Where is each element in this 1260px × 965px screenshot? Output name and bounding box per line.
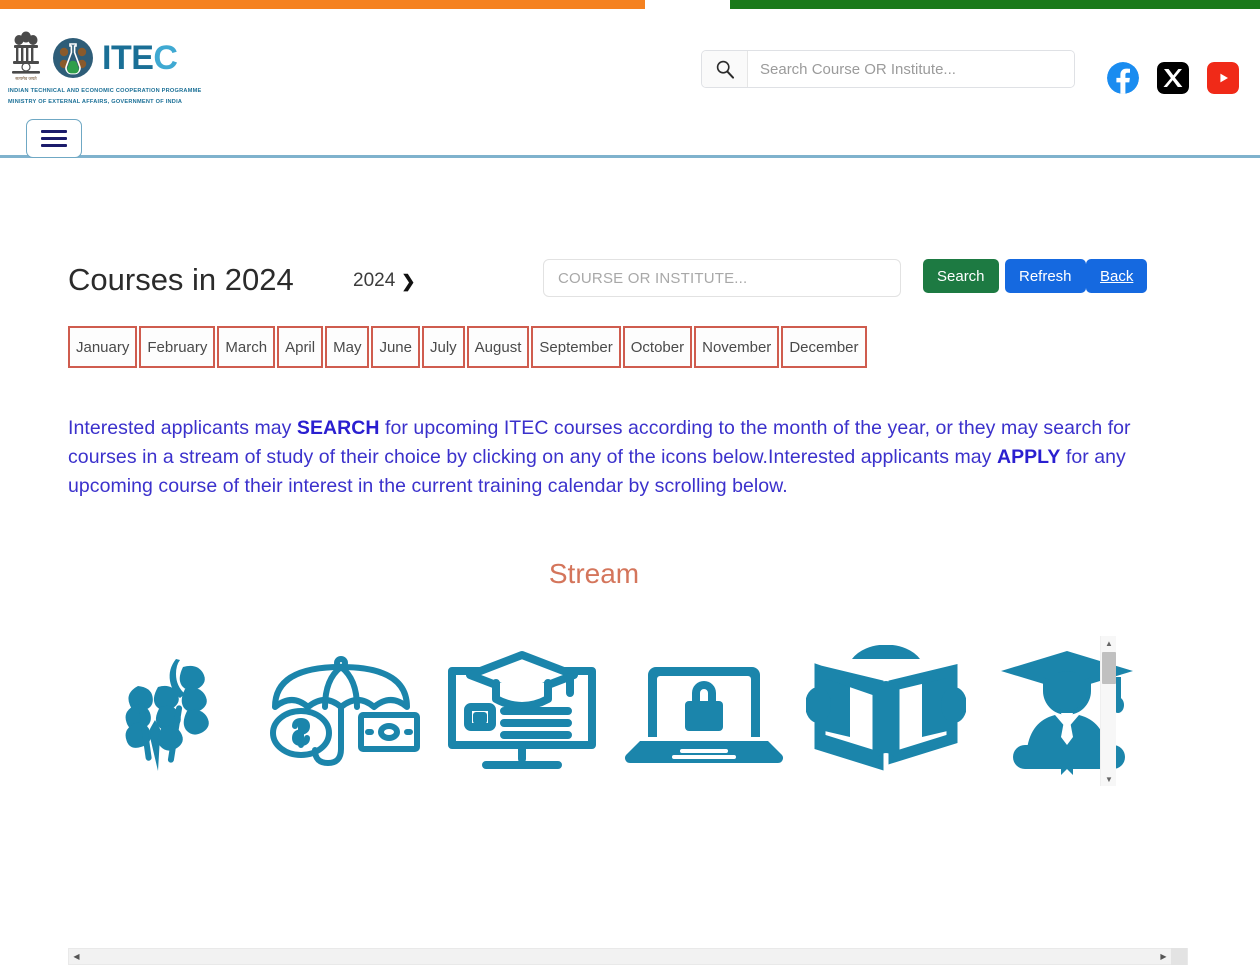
search-button[interactable]: Search [923, 259, 999, 293]
page-title: Courses in 2024 [68, 262, 294, 297]
month-button-april[interactable]: April [277, 326, 324, 368]
header-search-box[interactable] [701, 50, 1075, 88]
brand-subtitle-line2: MINISTRY OF EXTERNAL AFFAIRS, GOVERNMENT… [8, 98, 183, 105]
stream-horizontal-scrollbar[interactable]: ◀ ▶ [68, 948, 1188, 965]
month-button-december[interactable]: December [781, 326, 867, 368]
stream-item-education-technology[interactable] [431, 636, 613, 786]
scroll-right-arrow-icon[interactable]: ▶ [1156, 949, 1171, 964]
scroll-up-arrow-icon[interactable]: ▲ [1101, 636, 1117, 650]
intro-paragraph: Interested applicants may SEARCH for upc… [68, 414, 1188, 501]
tricolour-strip [0, 0, 1260, 9]
national-emblem-icon: सत्यमेव जयते [12, 31, 40, 81]
stream-icon-carousel [68, 636, 1188, 808]
title-row: Courses in 2024 2024 ❯ Search Refresh Ba… [68, 258, 1188, 314]
stream-item-open-book[interactable] [795, 636, 977, 786]
saffron-stripe [0, 0, 645, 9]
intro-text-part1: Interested applicants may [68, 416, 297, 439]
scroll-left-arrow-icon[interactable]: ◀ [69, 949, 84, 964]
stream-icon-strip [68, 636, 1158, 786]
stream-item-cyber-security[interactable] [613, 636, 795, 786]
itec-mark-icon [53, 38, 93, 78]
x-twitter-icon[interactable] [1157, 62, 1189, 94]
stream-item-graduate[interactable] [976, 636, 1158, 786]
month-button-august[interactable]: August [466, 326, 530, 368]
stream-item-agriculture[interactable] [68, 636, 250, 786]
hamburger-line [41, 130, 67, 133]
brand-row: सत्यमेव जयते ITEC [8, 31, 208, 85]
breadcrumb[interactable]: 2024 ❯ [353, 264, 416, 298]
scroll-down-arrow-icon[interactable]: ▼ [1101, 772, 1117, 786]
facebook-icon[interactable] [1107, 62, 1139, 94]
finance-insurance-icon [269, 656, 420, 766]
youtube-icon[interactable] [1207, 62, 1239, 94]
itec-wordmark-main: ITE [102, 39, 154, 77]
brand-subtitle-line1: INDIAN TECHNICAL AND ECONOMIC COOPERATIO… [8, 88, 202, 94]
back-button[interactable]: Back [1086, 259, 1148, 293]
breadcrumb-year: 2024 [353, 270, 396, 291]
month-button-september[interactable]: September [531, 326, 621, 368]
month-button-march[interactable]: March [217, 326, 276, 368]
stream-heading: Stream [548, 558, 640, 589]
cyber-security-icon [624, 667, 783, 763]
month-button-july[interactable]: July [421, 326, 465, 368]
month-button-october[interactable]: October [622, 326, 693, 368]
emblem-caption: सत्यमेव जयते [15, 76, 37, 81]
scrollbar-corner [1171, 948, 1187, 965]
intro-keyword-search: SEARCH [296, 416, 380, 439]
page-body: Courses in 2024 2024 ❯ Search Refresh Ba… [0, 158, 1260, 965]
month-button-may[interactable]: May [325, 326, 370, 368]
site-header: सत्यमेव जयते ITEC INDIAN TECHNICAL AND E… [0, 9, 1260, 158]
search-icon [702, 51, 748, 87]
green-stripe [730, 0, 1260, 9]
month-button-january[interactable]: January [68, 326, 138, 368]
month-button-november[interactable]: November [694, 326, 780, 368]
stream-item-finance-insurance[interactable] [250, 636, 432, 786]
open-book-icon [805, 645, 966, 771]
chevron-right-icon: ❯ [401, 271, 416, 291]
course-search-input[interactable] [543, 259, 901, 297]
vertical-scroll-thumb[interactable] [1102, 652, 1116, 684]
itec-wordmark-accent: C [153, 39, 178, 77]
month-button-june[interactable]: June [371, 326, 420, 368]
refresh-button[interactable]: Refresh [1005, 259, 1086, 293]
social-links [1107, 62, 1239, 94]
stream-vertical-scrollbar[interactable]: ▲ ▼ [1100, 636, 1116, 786]
brand-logo[interactable]: सत्यमेव जयते ITEC INDIAN TECHNICAL AND E… [8, 31, 208, 106]
graduate-icon [1001, 651, 1134, 775]
hamburger-line [41, 137, 67, 140]
menu-toggle-button[interactable] [26, 119, 82, 158]
education-technology-icon [448, 651, 597, 769]
itec-wordmark: ITEC [102, 39, 178, 77]
intro-keyword-apply: APPLY [996, 445, 1061, 468]
month-button-february[interactable]: February [139, 326, 216, 368]
agriculture-icon [125, 659, 209, 771]
hamburger-line [41, 144, 67, 147]
month-filter-bar: January February March April May June Ju… [68, 326, 1130, 368]
header-search-input[interactable] [748, 51, 1074, 87]
